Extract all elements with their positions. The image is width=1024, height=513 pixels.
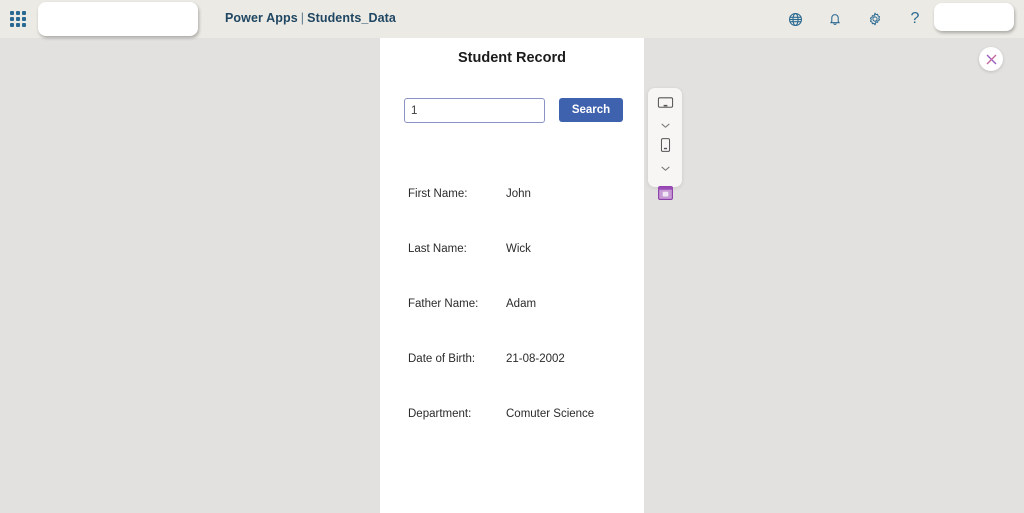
field-value: Wick [506,243,531,255]
grid-dot [16,17,20,21]
help-icon[interactable]: ? [906,10,924,28]
phone-preview-icon[interactable] [660,137,671,158]
grid-dot [10,11,14,15]
field-value: Adam [506,298,537,310]
field-label: First Name: [408,188,468,200]
close-button[interactable] [979,47,1003,71]
monitor-preview-icon[interactable] [657,96,674,115]
device-preview-toolbar [648,88,682,201]
field-label: Last Name: [408,243,467,255]
breadcrumb-separator: | [300,11,305,25]
grid-dot [10,23,14,27]
field-row-last-name: Last Name: Wick [380,243,644,298]
breadcrumb-brand: Power Apps [225,11,298,25]
search-button[interactable]: Search [559,98,623,122]
notifications-bell-icon[interactable] [826,10,844,28]
app-launcher-grid-icon[interactable] [10,11,26,27]
close-icon [986,54,996,64]
redacted-region-left [38,2,198,36]
grid-dot [10,17,14,21]
grid-dot [22,11,26,15]
field-label: Department: [408,408,472,420]
app-preview-icon[interactable] [657,186,673,201]
globe-icon[interactable] [786,10,804,28]
grid-dot [16,23,20,27]
breadcrumb-app-name: Students_Data [307,11,396,25]
monitor-chevron-down-icon[interactable] [660,116,671,134]
app-preview-canvas: Student Record Search First Name: John L… [0,38,1024,513]
field-row-department: Department: Comuter Science [380,408,644,463]
student-record-app-card: Student Record Search First Name: John L… [380,38,644,513]
grid-dot [22,17,26,21]
field-value: Comuter Science [506,408,595,420]
page-title: Student Record [458,50,566,66]
grid-dot [16,11,20,15]
header-icon-group: ? [786,0,924,38]
field-value: 21-08-2002 [506,353,565,365]
settings-gear-icon[interactable] [866,10,884,28]
redacted-region-right [934,3,1014,31]
student-record-fields: First Name: John Last Name: Wick Father … [380,188,644,463]
field-row-first-name: First Name: John [380,188,644,243]
search-row: Search [404,98,623,123]
field-row-date-of-birth: Date of Birth: 21-08-2002 [380,353,644,408]
top-header-bar: Power Apps | Students_Data ? [0,0,1024,38]
field-row-father-name: Father Name: Adam [380,298,644,353]
field-value: John [506,188,531,200]
search-input[interactable] [404,98,545,123]
field-label: Date of Birth: [408,353,476,365]
phone-chevron-down-icon[interactable] [660,159,671,177]
breadcrumb: Power Apps | Students_Data [225,11,396,25]
field-label: Father Name: [408,298,479,310]
grid-dot [22,23,26,27]
